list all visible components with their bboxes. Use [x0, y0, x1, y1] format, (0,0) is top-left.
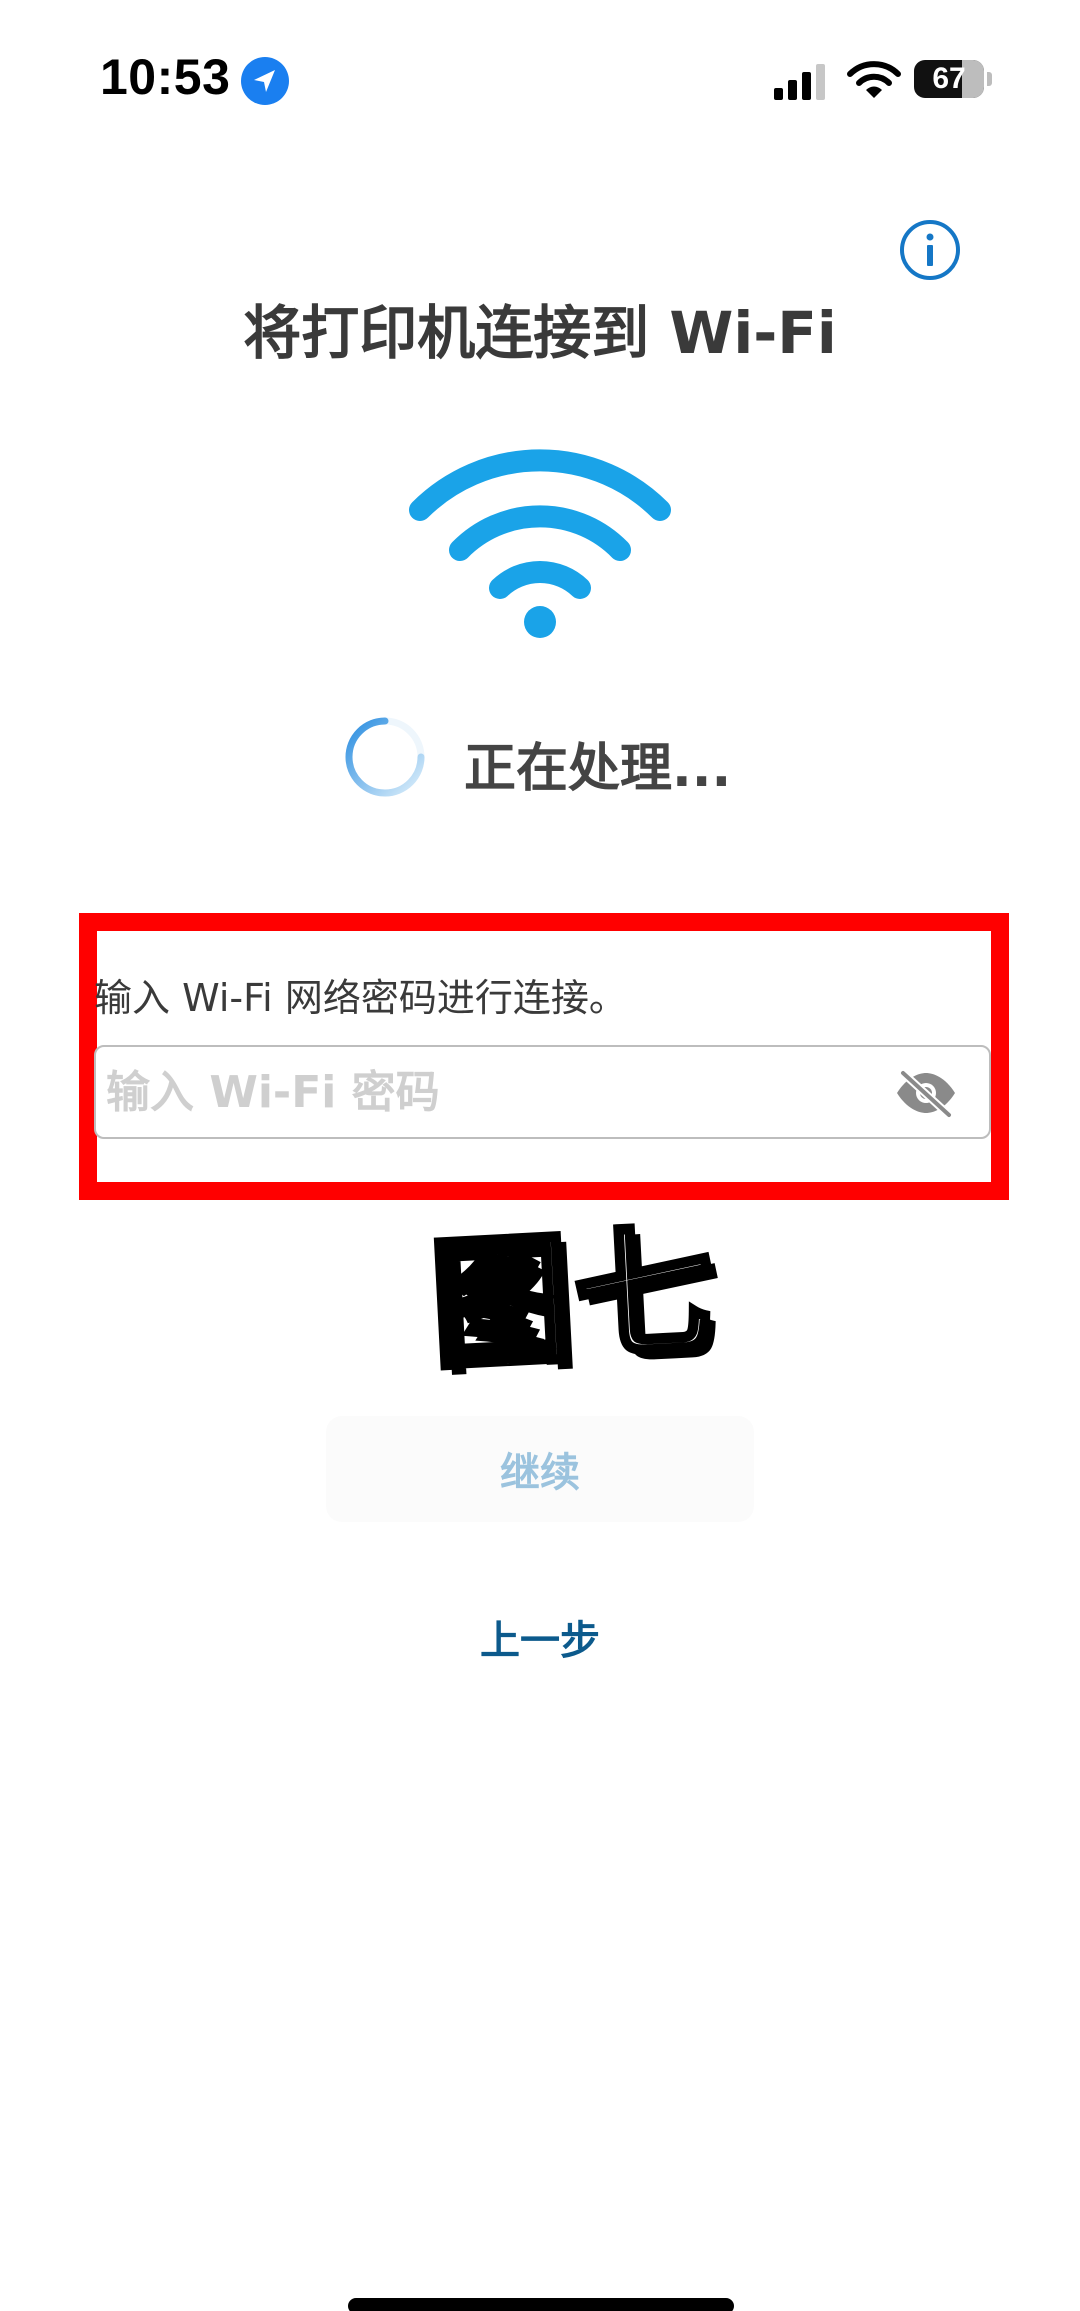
password-instruction: 输入 Wi-Fi 网络密码进行连接。 [94, 976, 627, 1020]
location-arrow-icon [241, 57, 289, 105]
sticker-caption: 图七 [424, 1208, 726, 1392]
battery-cap [987, 72, 992, 86]
wifi-icon [847, 61, 901, 98]
password-field[interactable] [94, 1045, 991, 1139]
processing-indicator: 正在处理... [340, 712, 840, 802]
home-indicator [348, 2298, 734, 2311]
wifi-icon [409, 449, 671, 638]
loading-spinner-icon [345, 717, 425, 797]
cellular-signal-icon [774, 64, 825, 100]
continue-button[interactable]: 继续 [326, 1416, 754, 1522]
wifi-password-input[interactable] [106, 1047, 886, 1137]
battery-level: 67 [932, 62, 966, 95]
battery-body: 67 [914, 60, 984, 98]
back-link[interactable]: 上一步 [0, 1608, 1080, 1666]
eye-slash-icon[interactable] [893, 1067, 959, 1119]
battery-indicator: 67 [914, 60, 994, 98]
page-title: 将打印机连接到 Wi-Fi [243, 299, 837, 367]
info-icon[interactable] [898, 218, 962, 282]
status-time: 10:53 [100, 49, 231, 105]
processing-text: 正在处理... [464, 739, 732, 799]
status-bar: 10:53 67 [0, 0, 1080, 150]
